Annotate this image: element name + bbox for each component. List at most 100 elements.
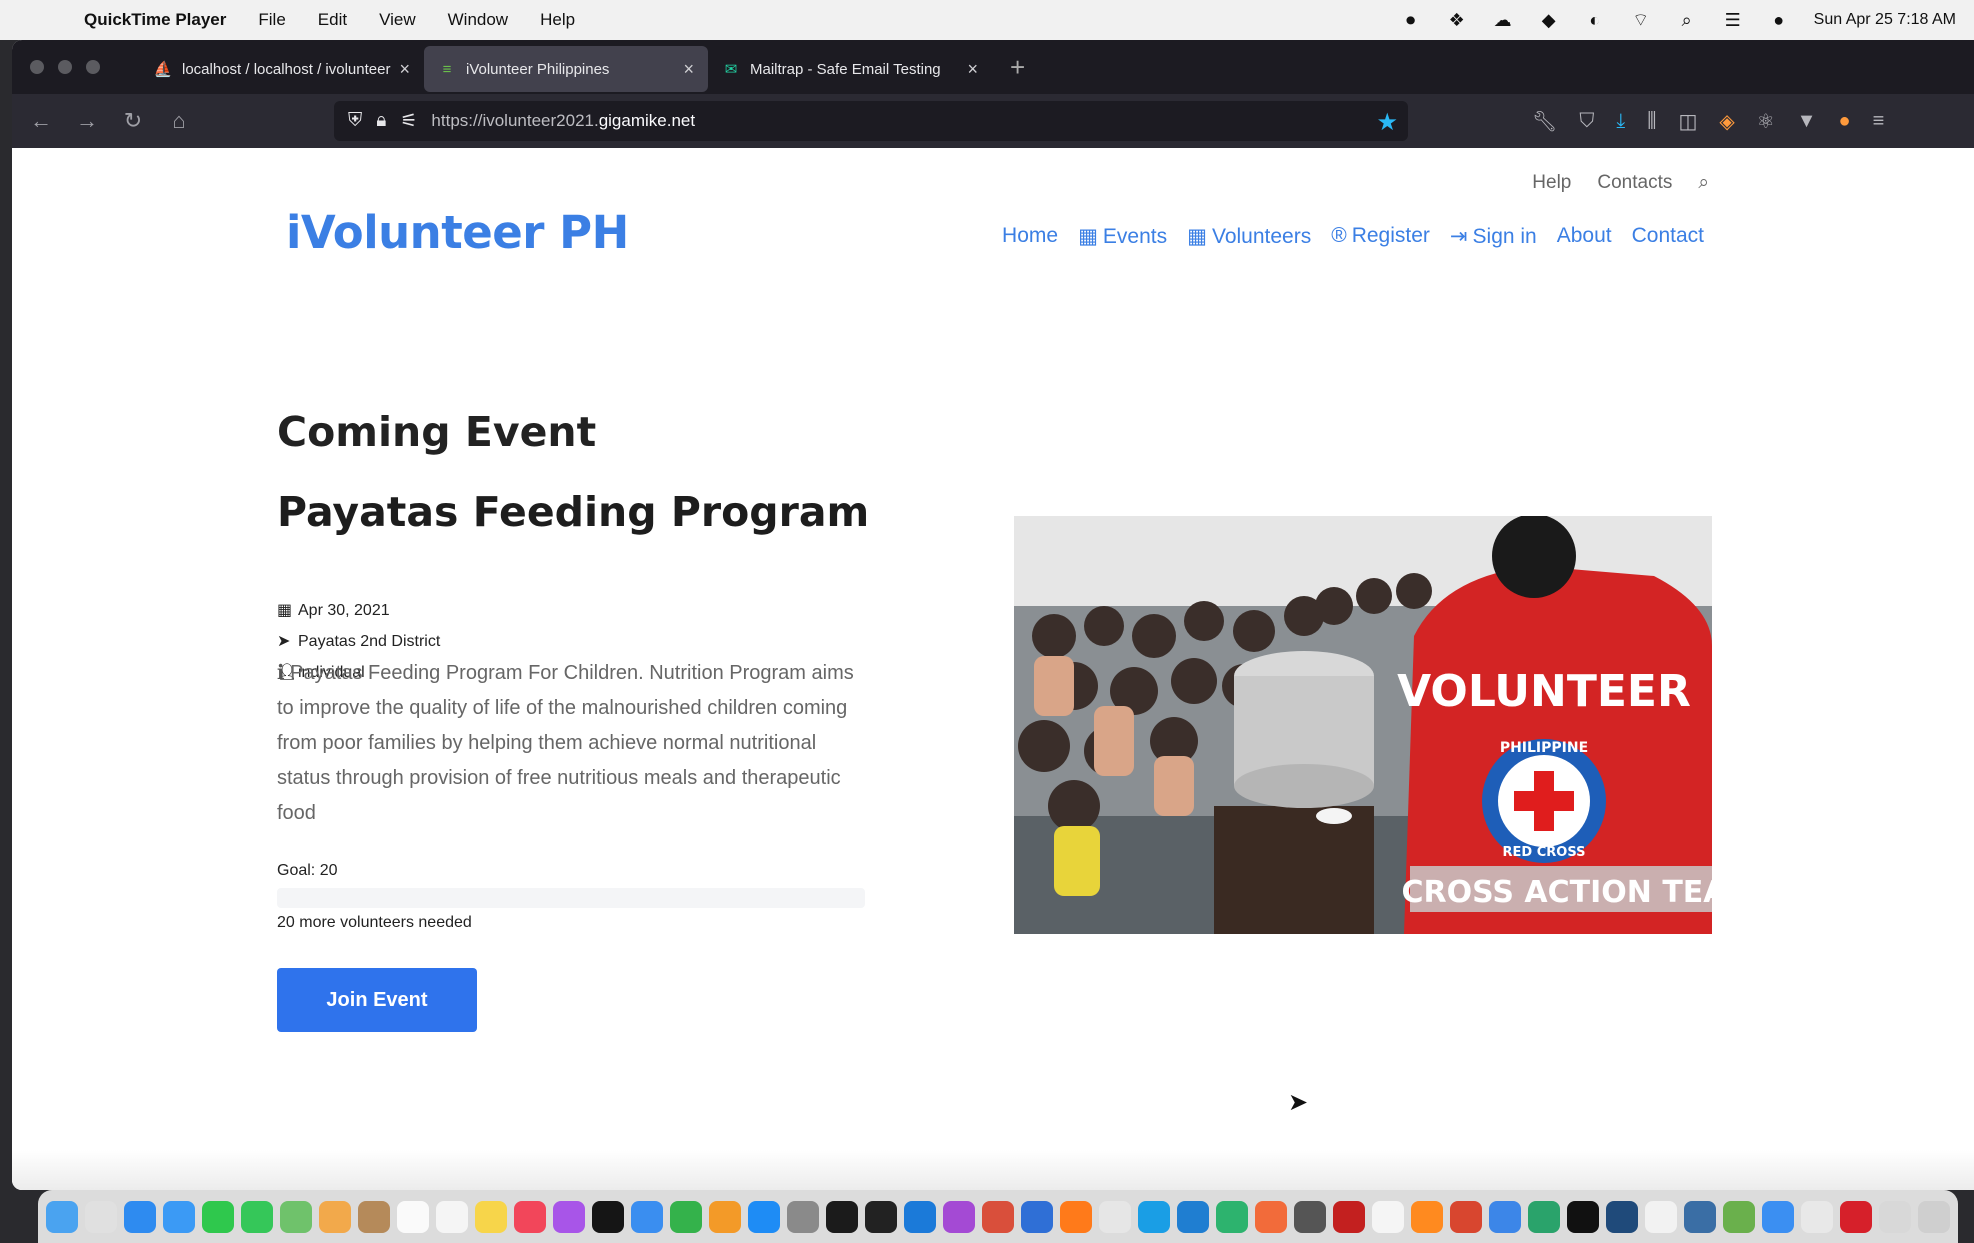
reminders-icon[interactable]	[436, 1200, 468, 1233]
sourcetree-icon[interactable]	[1528, 1200, 1560, 1233]
safari-icon[interactable]	[124, 1200, 156, 1233]
numbers-icon[interactable]	[670, 1200, 702, 1233]
permissions-icon[interactable]: ⚟	[400, 110, 417, 133]
mail-icon[interactable]	[163, 1200, 195, 1233]
forward-icon[interactable]: →	[64, 108, 110, 134]
mysql-workbench-icon[interactable]	[1606, 1200, 1638, 1233]
app-status-icon[interactable]: ◆	[1538, 9, 1560, 31]
iterm-icon[interactable]	[865, 1200, 897, 1233]
metamask-icon[interactable]: ◈	[1719, 109, 1734, 134]
menu-view[interactable]: View	[379, 10, 416, 30]
sidebar-icon[interactable]: ◫	[1678, 109, 1697, 134]
menu-file[interactable]: File	[258, 10, 285, 30]
keynote-icon[interactable]	[631, 1200, 663, 1233]
affinity-publisher-icon[interactable]	[982, 1200, 1014, 1233]
close-tab-icon[interactable]: ×	[683, 59, 694, 80]
system-preferences-icon[interactable]	[787, 1200, 819, 1233]
close-tab-icon[interactable]: ×	[967, 59, 978, 80]
slack-icon[interactable]	[1372, 1200, 1404, 1233]
react-devtools-icon[interactable]: ⚛	[1757, 109, 1775, 134]
nav-about[interactable]: About	[1557, 224, 1612, 249]
textedit-icon[interactable]	[1645, 1200, 1677, 1233]
cloud-icon[interactable]: ☁	[1492, 9, 1514, 31]
chrome-app-icon[interactable]	[1801, 1200, 1833, 1233]
menu-icon[interactable]: ≡	[1873, 110, 1885, 133]
menu-window[interactable]: Window	[448, 10, 508, 30]
menu-help[interactable]: Help	[540, 10, 575, 30]
quicktime-icon[interactable]	[1684, 1200, 1716, 1233]
prompt-icon[interactable]	[1216, 1200, 1248, 1233]
firefox-icon[interactable]	[1060, 1200, 1092, 1233]
zoom-window-button[interactable]	[86, 60, 100, 74]
terminal-icon[interactable]	[826, 1200, 858, 1233]
tab-phpmyadmin[interactable]: ⛵ localhost / localhost / ivolunteer ×	[140, 46, 424, 92]
chrome-icon[interactable]	[1099, 1200, 1131, 1233]
acrobat-icon[interactable]	[1840, 1200, 1872, 1233]
skype-icon[interactable]	[1138, 1200, 1170, 1233]
nav-home[interactable]: Home	[1002, 224, 1058, 249]
new-tab-icon[interactable]: +	[1010, 52, 1025, 83]
nav-register[interactable]: ® Register	[1331, 224, 1430, 249]
messages-icon[interactable]	[241, 1200, 273, 1233]
photos-icon[interactable]	[319, 1200, 351, 1233]
app-store-icon[interactable]	[748, 1200, 780, 1233]
pocket-icon[interactable]: ⛉	[1579, 110, 1594, 133]
compass-icon[interactable]	[1450, 1200, 1482, 1233]
vue-devtools-icon[interactable]: ▼	[1797, 110, 1817, 133]
close-window-button[interactable]	[30, 60, 44, 74]
reload-icon[interactable]: ↻	[110, 108, 156, 134]
wrench-icon[interactable]: 🔧︎	[1532, 109, 1557, 134]
menubar-clock[interactable]: Sun Apr 25 7:18 AM	[1814, 11, 1956, 29]
trash-icon[interactable]	[1918, 1200, 1950, 1233]
affinity-designer-icon[interactable]	[904, 1200, 936, 1233]
filezilla-icon[interactable]	[1333, 1200, 1365, 1233]
notes-icon[interactable]	[475, 1200, 507, 1233]
phpstorm-icon[interactable]	[1567, 1200, 1599, 1233]
url-bar[interactable]: ⛨ 🔒︎ ⚟ https://ivolunteer2021. gigamike.n…	[334, 101, 1408, 141]
pages-icon[interactable]	[709, 1200, 741, 1233]
siri-icon[interactable]: ●	[1768, 9, 1790, 31]
contacts-icon[interactable]	[358, 1200, 390, 1233]
sublime-icon[interactable]	[1411, 1200, 1443, 1233]
site-logo[interactable]: iVolunteer PH	[286, 206, 629, 259]
top-link-contacts[interactable]: Contacts	[1597, 172, 1672, 194]
vscode-icon[interactable]	[1177, 1200, 1209, 1233]
close-tab-icon[interactable]: ×	[399, 59, 410, 80]
launchpad-icon[interactable]	[85, 1200, 117, 1233]
dropbox-icon[interactable]: ❖	[1446, 9, 1468, 31]
affinity-photo-icon[interactable]	[943, 1200, 975, 1233]
downloads-icon[interactable]: ⤓	[1616, 110, 1625, 133]
maps-icon[interactable]	[280, 1200, 312, 1233]
podcasts-icon[interactable]	[553, 1200, 585, 1233]
postman-icon[interactable]	[1255, 1200, 1287, 1233]
spotlight-search-icon[interactable]: ⌕	[1676, 9, 1698, 31]
nav-sign-in[interactable]: ⇥ Sign in	[1450, 224, 1537, 249]
bookmark-star-icon[interactable]: ★	[1376, 108, 1398, 137]
tv-icon[interactable]	[592, 1200, 624, 1233]
nav-contact[interactable]: Contact	[1632, 224, 1704, 249]
lock-icon[interactable]: 🔒︎	[376, 110, 386, 132]
minimize-window-button[interactable]	[58, 60, 72, 74]
facetime-icon[interactable]	[202, 1200, 234, 1233]
preview-icon[interactable]	[1723, 1200, 1755, 1233]
finder-icon[interactable]	[46, 1200, 78, 1233]
shield-icon[interactable]: ⛨	[348, 110, 362, 132]
screenshot-icon[interactable]	[1879, 1200, 1911, 1233]
calculator-icon[interactable]	[1294, 1200, 1326, 1233]
nav-events[interactable]: ▦ Events	[1078, 224, 1167, 249]
mastodon-icon[interactable]	[1021, 1200, 1053, 1233]
xcode-icon[interactable]	[1489, 1200, 1521, 1233]
wifi-off-icon[interactable]: ⌔	[1630, 9, 1652, 31]
nav-volunteers[interactable]: ▦ Volunteers	[1187, 224, 1311, 249]
search-icon[interactable]: ⌕	[1698, 172, 1709, 194]
calendar-app-icon[interactable]	[397, 1200, 429, 1233]
join-event-button[interactable]: Join Event	[277, 968, 477, 1032]
finder-folder-icon[interactable]	[1762, 1200, 1794, 1233]
extension-icon[interactable]: ●	[1838, 110, 1850, 133]
music-icon[interactable]	[514, 1200, 546, 1233]
record-icon[interactable]: ⏺	[1400, 9, 1422, 31]
app-name-menu[interactable]: QuickTime Player	[84, 10, 226, 30]
tab-ivolunteer[interactable]: ≡ iVolunteer Philippines ×	[424, 46, 708, 92]
control-center-icon[interactable]: ☰	[1722, 9, 1744, 31]
moon-icon[interactable]: ◐	[1584, 9, 1606, 31]
